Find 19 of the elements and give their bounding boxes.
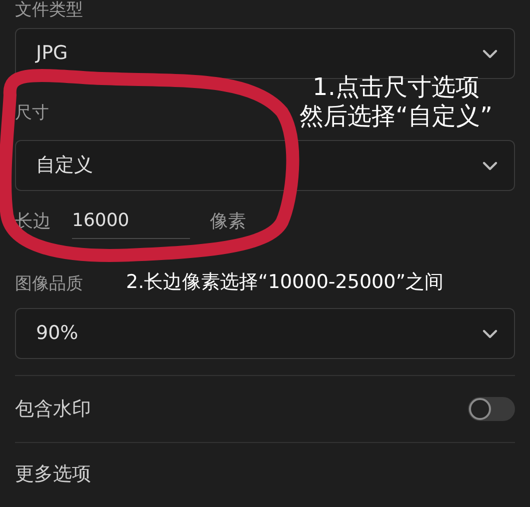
toggle-switch[interactable] (468, 397, 515, 421)
field-label: 图像品质 (15, 273, 83, 296)
annotation-text: 然后选择“自定义” (300, 102, 492, 131)
field-label: 文件类型 (15, 0, 83, 20)
dropdown-field[interactable]: 90% (15, 308, 515, 359)
setting-label: 包含水印 (15, 396, 91, 422)
dropdown-field[interactable]: 自定义 (15, 140, 515, 191)
chevron-down-icon (482, 328, 498, 338)
dropdown-value: 自定义 (36, 153, 93, 178)
dropdown-value: JPG (36, 41, 68, 66)
field-label: 长边 (15, 210, 52, 234)
annotation-text: 2.长边像素选择“10000-25000”之间 (126, 270, 444, 295)
field-label: 尺寸 (15, 102, 49, 125)
chevron-down-icon (482, 48, 498, 58)
unit-label: 像素 (210, 210, 246, 234)
setting-label: 更多选项 (15, 462, 91, 487)
input-field[interactable]: 16000 (72, 203, 190, 239)
dropdown-value: 90% (36, 321, 78, 346)
chevron-down-icon (482, 160, 498, 170)
